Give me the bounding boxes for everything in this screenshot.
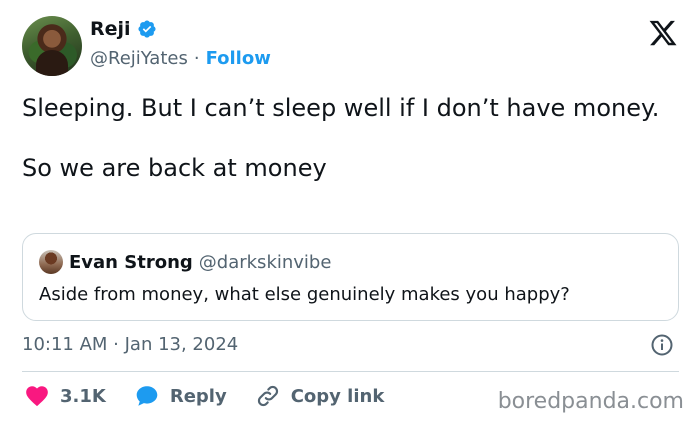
watermark: boredpanda.com [497,389,684,414]
author-handle[interactable]: @RejiYates [90,48,188,69]
info-icon[interactable] [650,333,674,357]
author-avatar[interactable] [22,16,82,76]
tweet-timestamp[interactable]: 10:11 AM · Jan 13, 2024 [22,334,238,355]
like-button[interactable]: 3.1K [24,383,106,409]
quoted-author-avatar [39,250,63,274]
tweet-text-line: So we are back at money [22,154,327,182]
link-icon [257,385,278,407]
x-logo-icon[interactable] [648,18,678,48]
follow-button[interactable]: Follow [206,48,271,69]
speech-bubble-icon [136,386,158,406]
quoted-tweet[interactable]: Evan Strong @darkskinvibe Aside from mon… [22,233,679,321]
author-name-row: Reji [90,18,157,40]
heart-icon [26,386,48,407]
divider [22,371,679,372]
handle-separator: · [193,48,200,69]
author-display-name[interactable]: Reji [90,18,131,40]
tweet-text: Sleeping. But I can’t sleep well if I do… [22,92,662,184]
like-count: 3.1K [60,385,106,407]
tweet-card: Reji @RejiYates · Follow Sleeping. But I… [0,0,700,424]
quoted-author-name: Evan Strong [69,251,193,273]
reply-button[interactable]: Reply [134,383,227,409]
reply-label: Reply [169,385,227,407]
quoted-tweet-text: Aside from money, what else genuinely ma… [39,284,570,305]
author-handle-row: @RejiYates · Follow [90,48,271,69]
action-bar: 3.1K Reply Copy link [24,383,412,409]
verified-badge-icon [138,20,156,38]
quoted-tweet-header: Evan Strong @darkskinvibe [39,250,331,274]
copy-link-button[interactable]: Copy link [255,383,385,409]
quoted-author-handle: @darkskinvibe [198,251,332,273]
tweet-text-line: Sleeping. But I can’t sleep well if I do… [22,94,660,122]
copy-link-label: Copy link [290,385,385,407]
